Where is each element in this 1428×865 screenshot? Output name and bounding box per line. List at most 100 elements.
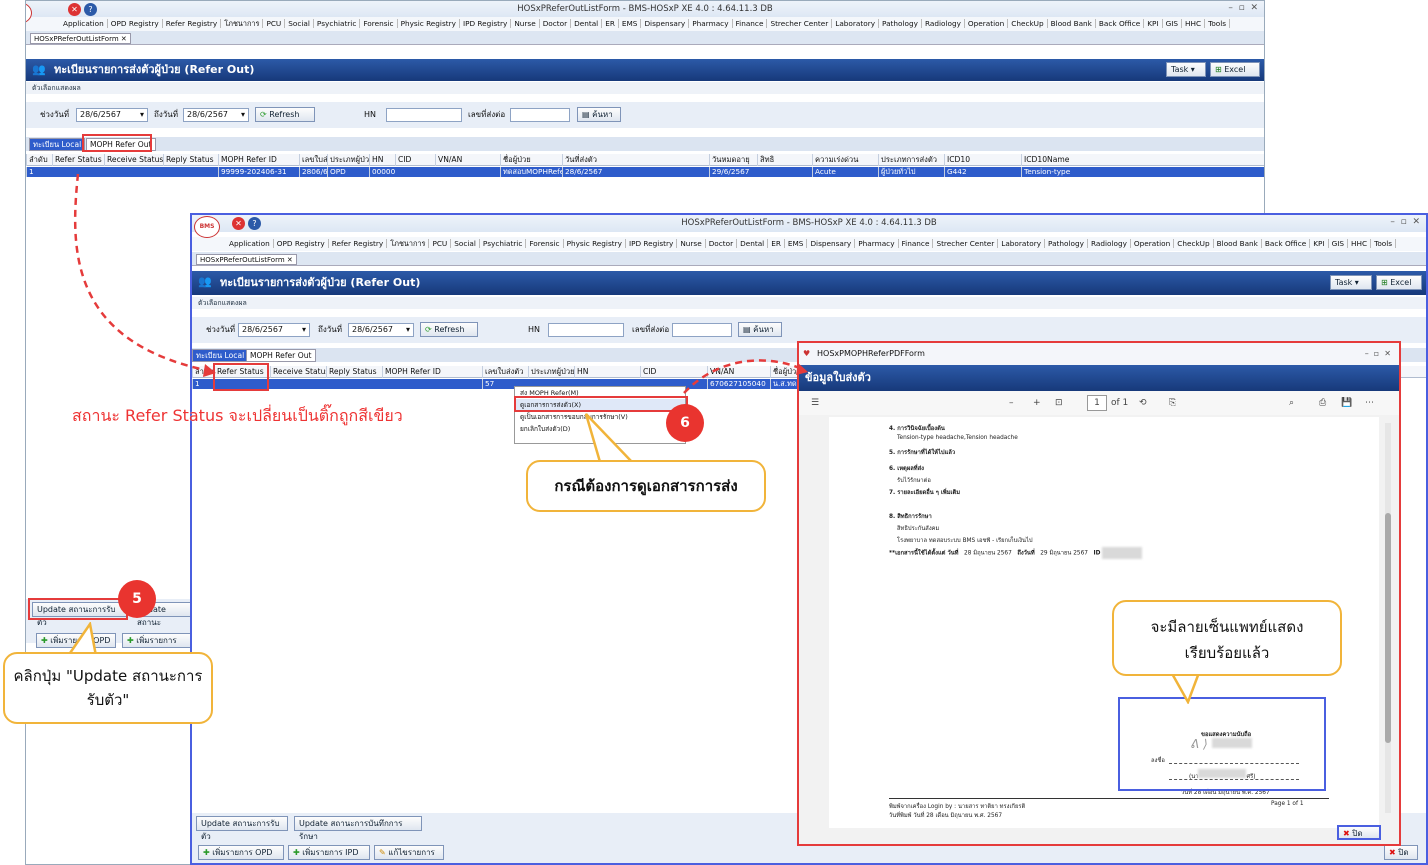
front-close-circle-icon[interactable]: ✕: [232, 217, 245, 230]
menu-item[interactable]: GIS: [1162, 19, 1183, 28]
menu-item[interactable]: Refer Registry: [162, 19, 222, 28]
menu-item[interactable]: Dental: [737, 239, 769, 248]
menu-item[interactable]: Refer Registry: [328, 239, 388, 248]
front-excel-button[interactable]: ⊞ Excel: [1376, 275, 1422, 290]
hn-input[interactable]: [386, 108, 462, 122]
menu-item[interactable]: ER: [768, 239, 785, 248]
front-tab-moph-refer-out[interactable]: MOPH Refer Out: [246, 349, 316, 362]
front-column-header[interactable]: ประเภทผู้ป่วย: [528, 366, 574, 378]
menu-item[interactable]: IPD Registry: [459, 19, 512, 28]
back-info-circle-icon[interactable]: ?: [84, 3, 97, 16]
page-view-icon[interactable]: ⎘: [1169, 391, 1176, 415]
pdf-close-button[interactable]: ✖ ปิด: [1337, 825, 1381, 840]
column-header[interactable]: ความเร่งด่วน: [812, 154, 878, 166]
menu-item[interactable]: Dispensary: [641, 19, 690, 28]
menu-item[interactable]: Pathology: [879, 19, 922, 28]
menu-item[interactable]: KPI: [1144, 19, 1163, 28]
refer-no-input[interactable]: [510, 108, 570, 122]
front-column-header[interactable]: HN: [574, 366, 640, 378]
add-opd-button[interactable]: ✚ เพิ่มรายการ OPD: [198, 845, 284, 860]
menu-item[interactable]: CheckUp: [1174, 239, 1214, 248]
menu-item[interactable]: Application: [60, 19, 108, 28]
pdf-scrollbar[interactable]: [1385, 423, 1391, 813]
menu-item[interactable]: ER: [602, 19, 619, 28]
menu-item[interactable]: Finance: [898, 239, 934, 248]
column-header[interactable]: ประเภทการส่งตัว: [878, 154, 944, 166]
pdf-window-controls[interactable]: – ▫ ✕: [1365, 343, 1391, 365]
menu-item[interactable]: Back Office: [1095, 19, 1145, 28]
menu-item[interactable]: Psychiatric: [479, 239, 527, 248]
search-button[interactable]: ▤ ค้นหา: [577, 107, 621, 122]
menu-item[interactable]: CheckUp: [1008, 19, 1048, 28]
column-header[interactable]: CID: [395, 154, 435, 166]
back-doc-tab[interactable]: HOSxPReferOutListForm ✕: [30, 33, 131, 44]
rotate-icon[interactable]: ⟲: [1139, 391, 1147, 415]
menu-item[interactable]: Forensic: [526, 239, 564, 248]
menu-item[interactable]: Back Office: [1261, 239, 1311, 248]
back-menu-bar[interactable]: Application OPD Registry Refer Registry โภช…: [26, 17, 1264, 31]
front-window-controls[interactable]: – ▫ ✕: [1390, 217, 1420, 227]
menu-item[interactable]: Blood Bank: [1213, 239, 1262, 248]
menu-item[interactable]: Doctor: [705, 239, 738, 248]
pdf-contents-icon[interactable]: ☰: [811, 391, 819, 415]
menu-item[interactable]: Nurse: [511, 19, 540, 28]
menu-item[interactable]: Social: [451, 239, 480, 248]
excel-button[interactable]: ⊞ Excel: [1210, 62, 1260, 77]
front-column-header[interactable]: Receive Status: [270, 366, 326, 378]
menu-item[interactable]: OPD Registry: [107, 19, 163, 28]
menu-item[interactable]: Laboratory: [998, 239, 1046, 248]
back-options-label[interactable]: ตัวเลือกแสดงผล: [26, 82, 1264, 94]
menu-item[interactable]: Forensic: [360, 19, 398, 28]
column-header[interactable]: ชื่อผู้ป่วย: [500, 154, 562, 166]
menu-item[interactable]: Pharmacy: [689, 19, 733, 28]
column-header[interactable]: วันที่ส่งตัว: [562, 154, 709, 166]
front-date-to-input[interactable]: 28/6/2567 ▾: [348, 323, 414, 337]
column-header[interactable]: Receive Status: [104, 154, 163, 166]
menu-item[interactable]: Strecher Center: [933, 239, 999, 248]
edit-item-button[interactable]: ✎ แก้ไขรายการ: [374, 845, 444, 860]
task-button[interactable]: Task ▾: [1166, 62, 1206, 77]
menu-item[interactable]: Radiology: [921, 19, 965, 28]
menu-item[interactable]: Dispensary: [807, 239, 856, 248]
front-refresh-button[interactable]: ⟳ Refresh: [420, 322, 478, 337]
front-hn-input[interactable]: [548, 323, 624, 337]
menu-item[interactable]: GIS: [1328, 239, 1349, 248]
menu-item[interactable]: Strecher Center: [767, 19, 833, 28]
menu-item[interactable]: IPD Registry: [625, 239, 678, 248]
menu-item[interactable]: Doctor: [539, 19, 572, 28]
front-info-circle-icon[interactable]: ?: [248, 217, 261, 230]
column-header[interactable]: Refer Status: [52, 154, 104, 166]
menu-item[interactable]: Dental: [571, 19, 603, 28]
front-menu-bar[interactable]: Application OPD Registry Refer Registry โภช…: [192, 237, 1426, 251]
page-number-input[interactable]: 1: [1087, 395, 1107, 411]
menu-item[interactable]: Pathology: [1045, 239, 1088, 248]
column-header[interactable]: ICD10: [944, 154, 1021, 166]
menu-item[interactable]: EMS: [618, 19, 642, 28]
menu-item[interactable]: Operation: [1130, 239, 1175, 248]
menu-item[interactable]: Blood Bank: [1047, 19, 1096, 28]
column-header[interactable]: วันหมดอายุ: [709, 154, 757, 166]
column-header[interactable]: ประเภทผู้ป่วย: [327, 154, 369, 166]
column-header[interactable]: ลำดับ: [26, 154, 52, 166]
menu-item[interactable]: Physic Registry: [563, 239, 626, 248]
front-close-button[interactable]: ✖ ปิด: [1384, 845, 1418, 860]
save-icon[interactable]: 💾: [1341, 391, 1352, 415]
menu-item[interactable]: EMS: [784, 239, 808, 248]
menu-item[interactable]: โภชนาการ: [221, 19, 264, 28]
menu-item[interactable]: PCU: [429, 239, 452, 248]
front-date-from-input[interactable]: 28/6/2567 ▾: [238, 323, 310, 337]
update-treatment-button[interactable]: Update สถานะการบันทึกการรักษา: [294, 816, 422, 841]
tab-local[interactable]: ทะเบียน Local: [29, 138, 86, 151]
column-header[interactable]: VN/AN: [435, 154, 500, 166]
front-search-button[interactable]: ▤ ค้นหา: [738, 322, 782, 337]
column-header[interactable]: Reply Status: [163, 154, 218, 166]
menu-item[interactable]: Social: [285, 19, 314, 28]
menu-item[interactable]: Tools: [1205, 19, 1231, 28]
menu-item[interactable]: Application: [226, 239, 274, 248]
column-header[interactable]: เลขใบส่งตัว: [299, 154, 327, 166]
refresh-button[interactable]: ⟳ Refresh: [255, 107, 315, 122]
pdf-scroll-thumb[interactable]: [1385, 513, 1391, 743]
menu-item[interactable]: โภชนาการ: [387, 239, 430, 248]
column-header[interactable]: สิทธิ: [757, 154, 812, 166]
front-column-header[interactable]: MOPH Refer ID: [382, 366, 482, 378]
